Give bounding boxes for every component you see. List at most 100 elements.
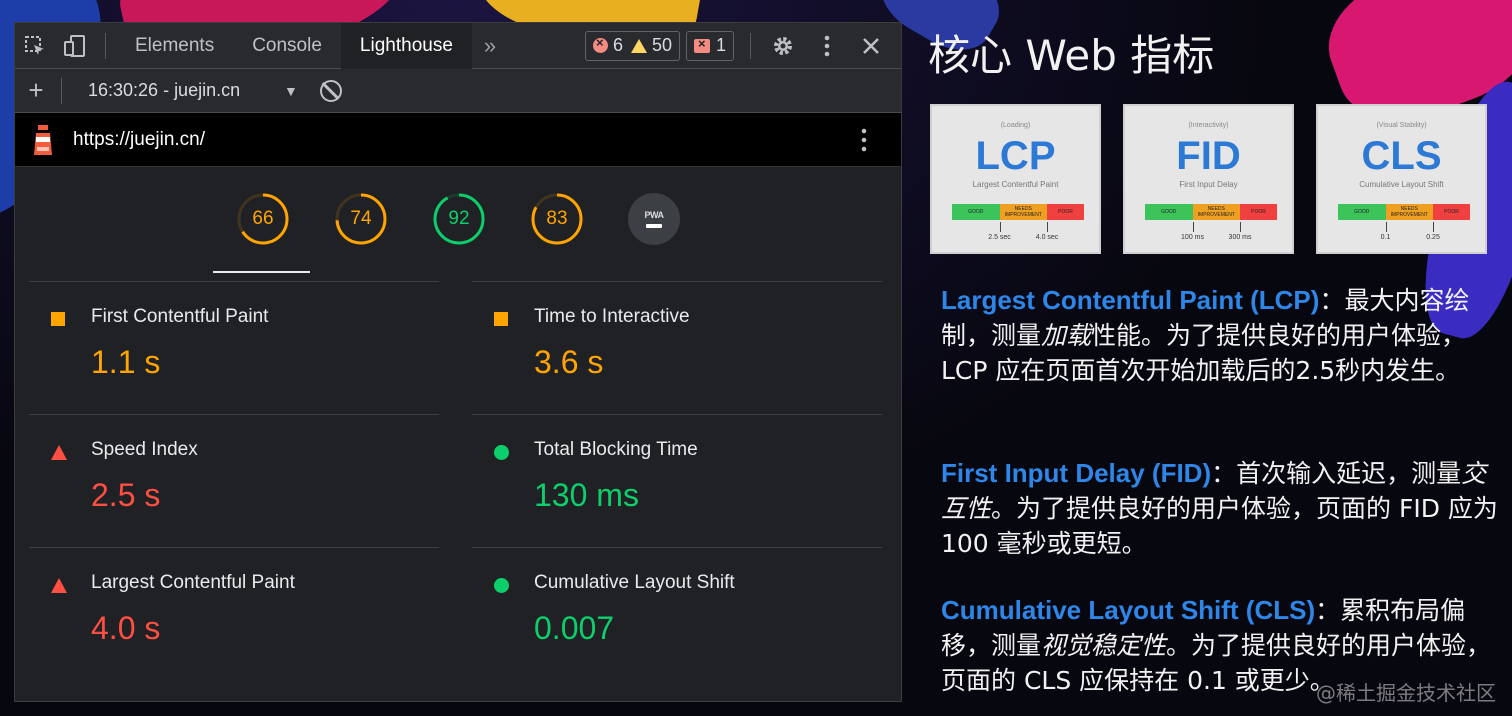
- threshold-2: 300 ms: [1228, 234, 1252, 241]
- poor-segment: POOR: [1047, 204, 1084, 220]
- fid-description: First Input Delay (FID)：首次输入延迟，测量交互性。为了提…: [941, 456, 1501, 561]
- average-square-icon: [51, 312, 65, 326]
- fail-triangle-icon: [51, 578, 67, 593]
- threshold-2: 0.25: [1426, 234, 1440, 241]
- fid-card: (Interactivity) FID First Input Delay GO…: [1123, 104, 1294, 254]
- para-emphasis: 视觉稳定性: [1041, 631, 1167, 660]
- best-practices-gauge[interactable]: 92: [432, 192, 486, 246]
- performance-gauge[interactable]: 66: [236, 192, 290, 246]
- warning-count: 50: [651, 35, 672, 55]
- metric-value: 0.007: [534, 610, 615, 646]
- poor-segment: POOR: [1240, 204, 1277, 220]
- error-count: 6: [612, 35, 623, 55]
- fail-triangle-icon: [51, 445, 67, 460]
- more-tabs-button[interactable]: »: [472, 33, 508, 59]
- metric-value: 4.0 s: [91, 610, 161, 646]
- needs-improvement-segment: NEEDS IMPROVEMENT: [999, 204, 1048, 220]
- metric-speed-index: Speed Index 2.5 s: [29, 414, 439, 544]
- para-emphasis: 加载: [1041, 321, 1092, 350]
- pass-circle-icon: [494, 445, 509, 460]
- tab-elements[interactable]: Elements: [116, 23, 233, 69]
- card-name: Largest Contentful Paint: [972, 180, 1059, 189]
- card-name: Cumulative Layout Shift: [1359, 180, 1444, 189]
- lcp-description: Largest Contentful Paint (LCP)：最大内容绘制，测量…: [941, 283, 1501, 388]
- good-segment: GOOD: [1338, 204, 1386, 220]
- metric-value: 2.5 s: [91, 477, 161, 513]
- metric-label: Time to Interactive: [534, 306, 690, 327]
- metric-label: Cumulative Layout Shift: [534, 572, 735, 593]
- metric-label: First Contentful Paint: [91, 306, 269, 327]
- metric-time-to-interactive: Time to Interactive 3.6 s: [472, 281, 882, 411]
- settings-gear-icon[interactable]: [761, 23, 805, 69]
- toolbar-divider: [750, 32, 751, 59]
- tab-console[interactable]: Console: [233, 23, 341, 69]
- metric-total-blocking-time: Total Blocking Time 130 ms: [472, 414, 882, 544]
- metric-label: Speed Index: [91, 439, 198, 460]
- metric-first-contentful-paint: First Contentful Paint 1.1 s: [29, 281, 439, 411]
- tab-lighthouse[interactable]: Lighthouse: [340, 23, 472, 69]
- metric-largest-contentful-paint: Largest Contentful Paint 4.0 s: [29, 547, 439, 677]
- threshold-1: 2.5 sec: [988, 234, 1011, 241]
- watermark: @稀土掘金技术社区: [1316, 681, 1496, 705]
- toolbar-divider: [61, 77, 62, 104]
- core-web-vitals-cards: (Loading) LCP Largest Contentful Paint G…: [930, 104, 1487, 254]
- devtools-tabbar: Elements Console Lighthouse » 6 50 1: [15, 23, 901, 69]
- cls-term: Cumulative Layout Shift (CLS): [941, 595, 1316, 625]
- metric-value: 3.6 s: [534, 344, 604, 380]
- card-abbr: CLS: [1361, 134, 1442, 178]
- para-text: 。为了提供良好的用户体验，页面的 FID 应为100 毫秒或更短。: [941, 494, 1498, 558]
- accessibility-gauge[interactable]: 74: [334, 192, 388, 246]
- pwa-badge[interactable]: PWA: [628, 193, 680, 245]
- card-category: (Visual Stability): [1376, 122, 1427, 129]
- error-icon: [592, 35, 608, 53]
- good-segment: GOOD: [952, 204, 1000, 220]
- card-abbr: FID: [1176, 134, 1241, 178]
- card-category: (Loading): [1000, 122, 1031, 129]
- fid-term: First Input Delay (FID): [941, 458, 1212, 488]
- threshold-1: 100 ms: [1181, 234, 1204, 241]
- inspect-element-icon[interactable]: [15, 23, 55, 69]
- poor-segment: POOR: [1433, 204, 1470, 220]
- report-menu-icon[interactable]: [861, 127, 867, 153]
- lcp-term: Largest Contentful Paint (LCP): [941, 285, 1320, 315]
- needs-improvement-segment: NEEDS IMPROVEMENT: [1192, 204, 1241, 220]
- device-toolbar-icon[interactable]: [55, 23, 95, 69]
- threshold-bar: GOOD NEEDS IMPROVEMENT POOR: [1338, 204, 1470, 220]
- good-segment: GOOD: [1145, 204, 1193, 220]
- active-gauge-underline: [213, 271, 310, 273]
- lighthouse-logo-icon: [31, 123, 55, 157]
- lcp-card: (Loading) LCP Largest Contentful Paint G…: [930, 104, 1101, 254]
- issue-count: 1: [715, 35, 726, 55]
- metric-label: Total Blocking Time: [534, 439, 698, 460]
- close-icon[interactable]: [849, 23, 893, 69]
- metric-cumulative-layout-shift: Cumulative Layout Shift 0.007: [472, 547, 882, 677]
- report-session-select[interactable]: 16:30:26 - juejin.cn: [88, 80, 278, 101]
- slide-title: 核心 Web 指标: [928, 31, 1215, 80]
- threshold-bar: GOOD NEEDS IMPROVEMENT POOR: [1145, 204, 1277, 220]
- customize-menu-icon[interactable]: [805, 23, 849, 69]
- score-gauges: 66 74 92 83 PWA: [15, 167, 901, 273]
- average-square-icon: [494, 312, 508, 326]
- issues-button[interactable]: 1: [685, 30, 734, 61]
- cls-card: (Visual Stability) CLS Cumulative Layout…: [1316, 104, 1487, 254]
- metric-label: Largest Contentful Paint: [91, 572, 295, 593]
- console-counts-button[interactable]: 6 50: [584, 30, 680, 61]
- report-url: https://juejin.cn/: [73, 128, 206, 150]
- para-text: ：首次输入延迟，测量: [1211, 459, 1462, 488]
- card-category: (Interactivity): [1188, 122, 1229, 129]
- threshold-2: 4.0 sec: [1035, 234, 1059, 241]
- needs-improvement-segment: NEEDS IMPROVEMENT: [1385, 204, 1434, 220]
- chevron-down-icon[interactable]: ▼: [284, 83, 298, 99]
- metric-value: 1.1 s: [91, 344, 161, 380]
- threshold-1: 0.1: [1380, 234, 1391, 241]
- lighthouse-toolbar: + 16:30:26 - juejin.cn ▼: [15, 69, 901, 113]
- seo-gauge[interactable]: 83: [530, 192, 584, 246]
- threshold-bar: GOOD NEEDS IMPROVEMENT POOR: [952, 204, 1084, 220]
- new-report-plus-icon[interactable]: +: [15, 75, 57, 106]
- toolbar-divider: [105, 32, 106, 59]
- clear-reports-icon[interactable]: [319, 79, 342, 102]
- issues-icon: [693, 36, 710, 53]
- card-abbr: LCP: [975, 134, 1056, 178]
- devtools-window: Elements Console Lighthouse » 6 50 1: [14, 22, 902, 702]
- pass-circle-icon: [494, 578, 509, 593]
